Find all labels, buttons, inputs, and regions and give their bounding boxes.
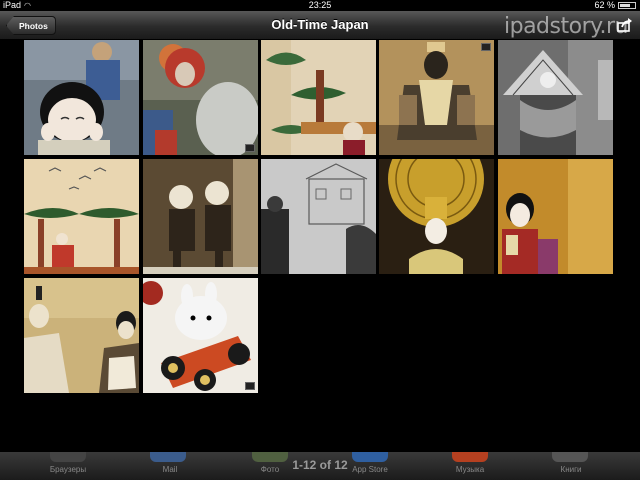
photo-thumbnail[interactable] [379, 40, 494, 155]
clock: 23:25 [308, 0, 332, 10]
video-badge-icon [481, 43, 491, 51]
photo-thumbnail[interactable] [261, 40, 376, 155]
battery-percent: 62 % [594, 0, 615, 10]
navigation-bar: Photos Old-Time Japan ipadstory.ru [0, 11, 640, 40]
photo-thumbnail[interactable] [24, 159, 139, 274]
video-badge-icon [245, 144, 255, 152]
bottom-toolbar: Браузеры Mail Фото App Store Музыка Книг… [0, 452, 640, 480]
photo-thumbnail[interactable] [143, 40, 258, 155]
photo-thumbnail[interactable] [24, 278, 139, 393]
photo-thumbnail[interactable] [498, 40, 613, 155]
photo-counter: 1-12 of 12 [292, 458, 348, 472]
photo-grid [24, 40, 616, 394]
photo-thumbnail[interactable] [143, 278, 258, 393]
battery-icon [618, 2, 636, 9]
photo-thumbnail[interactable] [261, 159, 376, 274]
video-badge-icon [245, 382, 255, 390]
photo-thumbnail[interactable] [143, 159, 258, 274]
watermark: ipadstory.ru [504, 14, 628, 39]
photo-thumbnail[interactable] [498, 159, 613, 274]
status-bar: iPad ◠ 23:25 62 % [0, 0, 640, 11]
photo-thumbnail[interactable] [379, 159, 494, 274]
photo-thumbnail[interactable] [24, 40, 139, 155]
share-icon[interactable] [616, 17, 634, 33]
